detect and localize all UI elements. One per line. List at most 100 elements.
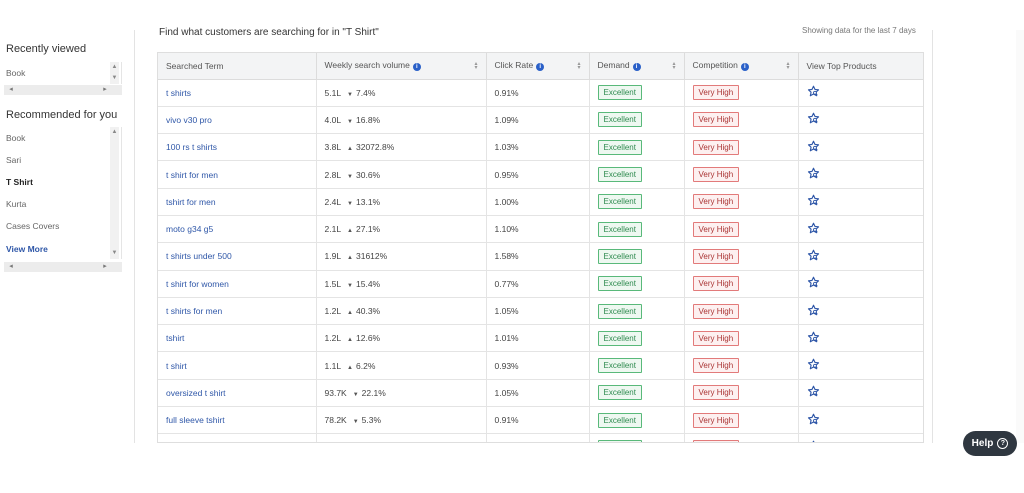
search-term-link[interactable]: t shirt for men xyxy=(166,170,218,180)
view-more-link[interactable]: View More xyxy=(6,244,48,254)
trend-arrow-icon: ▲ xyxy=(347,146,353,153)
header-searched-term[interactable]: Searched Term xyxy=(158,53,317,80)
recommended-item-kurta[interactable]: Kurta xyxy=(6,199,26,209)
table-row: t shirt 1.1L ▲ 6.2% 0.93% Excellent Very High xyxy=(158,351,923,380)
recommended-item-sari[interactable]: Sari xyxy=(6,155,21,165)
star-search-icon[interactable] xyxy=(807,440,821,442)
scroll-up-icon[interactable]: ▲ xyxy=(110,128,119,137)
recent-item-book[interactable]: Book xyxy=(6,68,25,78)
star-search-icon[interactable] xyxy=(807,331,821,345)
scroll-right-icon[interactable]: ▸ xyxy=(100,262,110,272)
demand-badge: Excellent xyxy=(597,139,642,155)
header-competition[interactable]: Competition i ▴ ▾ xyxy=(684,53,799,80)
cell-demand: Excellent xyxy=(589,297,685,326)
star-search-icon[interactable] xyxy=(807,358,821,372)
recommended-hscroll[interactable]: ◂ ▸ xyxy=(4,262,122,272)
cell-view-products xyxy=(798,133,923,162)
scroll-down-icon[interactable]: ▼ xyxy=(110,74,119,83)
search-term-link[interactable]: t shirts xyxy=(166,88,191,98)
cell-term: t shirt xyxy=(158,351,317,380)
volume-value: 1.1L xyxy=(324,360,342,371)
cell-term: 100 rs t shirts xyxy=(158,133,317,162)
star-search-icon[interactable] xyxy=(807,385,821,399)
info-icon[interactable]: i xyxy=(632,63,641,72)
scroll-up-icon[interactable]: ▲ xyxy=(110,63,119,72)
recommended-item-cases-covers[interactable]: Cases Covers xyxy=(6,221,59,231)
table-row: tshirt for men 2.4L ▼ 13.1% 1.00% Excellent Ve… xyxy=(158,188,923,216)
info-icon[interactable]: i xyxy=(740,63,749,72)
cell-competition: Very High xyxy=(684,351,799,380)
star-search-icon[interactable] xyxy=(807,249,821,263)
star-search-icon[interactable] xyxy=(807,276,821,290)
star-search-icon[interactable] xyxy=(807,167,821,181)
search-term-link[interactable]: vivo v30 pro xyxy=(166,115,212,125)
cell-view-products xyxy=(798,433,923,442)
volume-value: 2.1L xyxy=(324,224,342,235)
help-button[interactable]: Help ? xyxy=(963,431,1017,456)
header-demand[interactable]: Demand i ▴ ▾ xyxy=(589,53,685,80)
page-scrollbar[interactable] xyxy=(1016,30,1024,443)
table-row: tshirt 1.2L ▲ 12.6% 1.01% Excellent Very High xyxy=(158,324,923,353)
search-term-link[interactable]: moto g34 g5 xyxy=(166,224,213,234)
search-term-link[interactable]: t shirt xyxy=(166,361,187,371)
demand-badge: Excellent xyxy=(597,303,642,319)
search-term-link[interactable]: t shirts under 500 xyxy=(166,251,232,261)
cell-view-products xyxy=(798,242,923,271)
demand-badge: Excellent xyxy=(597,85,642,101)
search-term-link[interactable]: 100 rs t shirts xyxy=(166,142,217,152)
recently-viewed-title: Recently viewed xyxy=(6,43,87,55)
competition-badge: Very High xyxy=(692,412,740,428)
recommended-item-tshirt[interactable]: T Shirt xyxy=(6,177,33,187)
demand-badge: Excellent xyxy=(597,276,642,292)
cell-demand: Excellent xyxy=(589,406,685,435)
cell-click-rate: 1.09% xyxy=(486,106,590,135)
cell-view-products xyxy=(798,215,923,244)
cell-click-rate xyxy=(486,433,590,442)
scroll-down-icon[interactable]: ▼ xyxy=(110,249,119,258)
trend-arrow-icon: ▲ xyxy=(347,310,353,317)
star-search-icon[interactable] xyxy=(807,304,821,318)
header-weekly-volume[interactable]: Weekly search volume i ▴ ▾ xyxy=(316,53,487,80)
scroll-right-icon[interactable]: ▸ xyxy=(100,85,110,95)
star-search-icon[interactable] xyxy=(807,140,821,154)
recommended-item-book[interactable]: Book xyxy=(6,133,25,143)
sort-icon[interactable]: ▴ ▾ xyxy=(786,61,789,71)
search-term-link[interactable]: tshirt for men xyxy=(166,197,216,207)
demand-badge: Excellent xyxy=(597,385,642,401)
search-term-link[interactable]: oversized t shirt xyxy=(166,388,226,398)
volume-value: 93.7K xyxy=(324,387,347,398)
info-icon[interactable]: i xyxy=(412,63,421,72)
cell-view-products xyxy=(798,406,923,435)
recent-vscroll[interactable]: ▲ ▼ xyxy=(110,62,119,84)
content-divider xyxy=(932,30,933,443)
star-search-icon[interactable] xyxy=(807,194,821,208)
recommended-vscroll[interactable]: ▲ ▼ xyxy=(110,127,119,259)
sort-icon[interactable]: ▴ ▾ xyxy=(474,61,477,71)
cell-click-rate: 1.05% xyxy=(486,379,590,408)
star-search-icon[interactable] xyxy=(807,112,821,126)
recent-hscroll[interactable]: ◂ ▸ xyxy=(4,85,122,95)
cell-volume: 2.1L ▲ 27.1% xyxy=(316,215,487,244)
search-term-link[interactable]: t shirt for women xyxy=(166,279,229,289)
trend-arrow-icon: ▼ xyxy=(347,200,353,207)
volume-change: 7.4% xyxy=(356,87,376,98)
sort-icon[interactable]: ▴ ▾ xyxy=(577,61,580,71)
volume-change: 32072.8% xyxy=(356,142,395,153)
table-row: full sleeve tshirt 78.2K ▼ 5.3% 0.91% Excelle… xyxy=(158,406,923,435)
sidebar-divider xyxy=(134,30,135,443)
scroll-left-icon[interactable]: ◂ xyxy=(6,85,16,95)
star-search-icon[interactable] xyxy=(807,85,821,99)
sort-icon[interactable]: ▴ ▾ xyxy=(672,61,675,71)
search-term-link[interactable]: t shirts for men xyxy=(166,306,222,316)
star-search-icon[interactable] xyxy=(807,413,821,427)
search-term-link[interactable]: tshirt xyxy=(166,333,184,343)
search-term-link[interactable]: full sleeve tshirt xyxy=(166,415,225,425)
trend-arrow-icon: ▼ xyxy=(347,91,353,98)
volume-change: 40.3% xyxy=(356,306,381,317)
header-click-rate[interactable]: Click Rate i ▴ ▾ xyxy=(486,53,590,80)
cell-volume: 1.9L ▲ 31612% xyxy=(316,242,487,271)
cell-demand: Excellent xyxy=(589,188,685,216)
star-search-icon[interactable] xyxy=(807,222,821,236)
info-icon[interactable]: i xyxy=(536,63,545,72)
scroll-left-icon[interactable]: ◂ xyxy=(6,262,16,272)
